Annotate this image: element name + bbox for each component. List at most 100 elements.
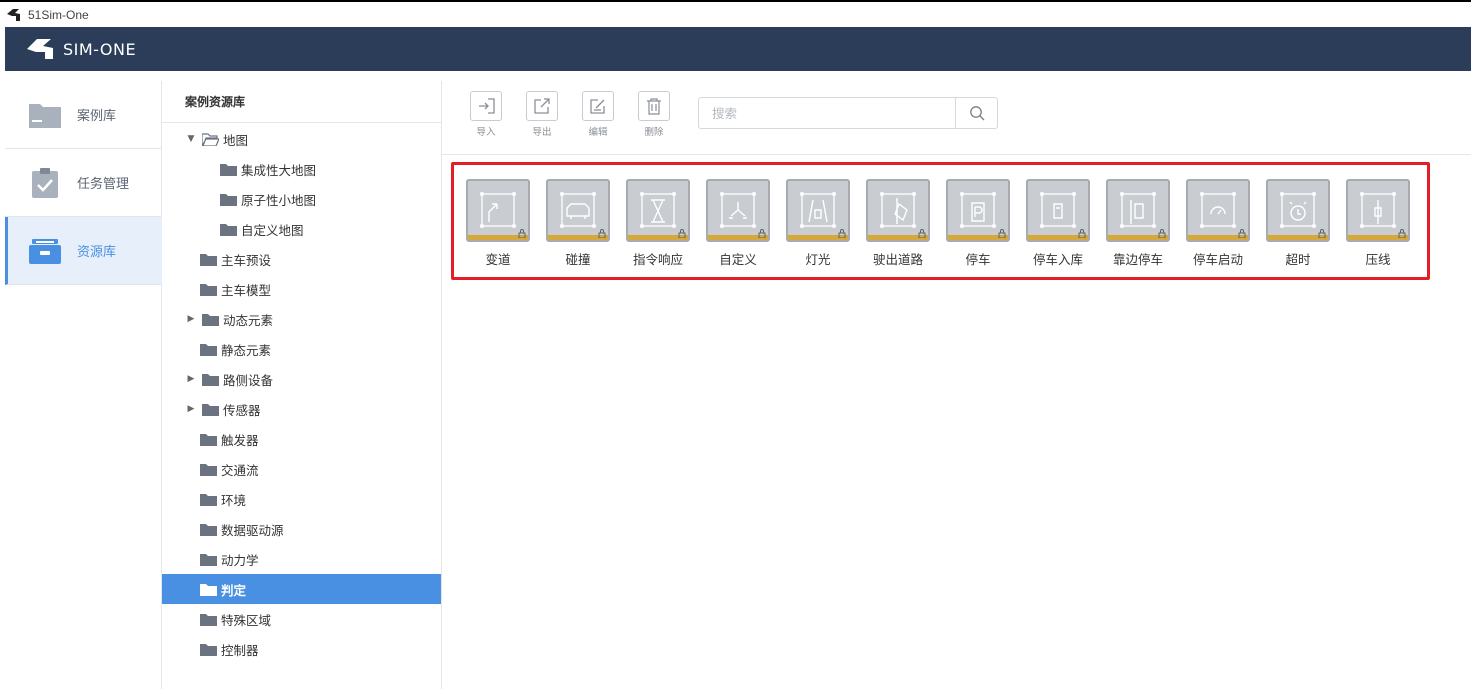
start-gauge-icon <box>1200 192 1236 228</box>
delete-button[interactable]: 删除 <box>636 91 672 138</box>
folder-icon <box>202 373 219 386</box>
judgement-card[interactable]: 碰撞 <box>546 179 610 268</box>
tree-item[interactable]: 控制器 <box>162 634 441 664</box>
export-button[interactable]: 导出 <box>524 91 560 138</box>
edit-button[interactable]: 编辑 <box>580 91 616 138</box>
card-thumbnail <box>1026 179 1090 242</box>
card-label: 灯光 <box>805 252 831 267</box>
tree-item-label: 环境 <box>221 492 247 508</box>
tree-item[interactable]: 动力学 <box>162 544 441 574</box>
folder-icon <box>200 553 217 566</box>
tree-item[interactable]: ▶ 路侧设备 <box>162 364 441 394</box>
judgement-card[interactable]: 指令响应 <box>626 179 690 268</box>
search-input[interactable] <box>699 98 955 128</box>
judgement-card[interactable]: 靠边停车 <box>1106 179 1170 268</box>
tree-item[interactable]: ▶ 动态元素 <box>162 304 441 334</box>
judgement-card[interactable]: 变道 <box>466 179 530 268</box>
search-button[interactable] <box>955 98 997 128</box>
tree-item-label: 动力学 <box>221 552 259 568</box>
card-thumbnail <box>1266 179 1330 242</box>
judgement-card[interactable]: 超时 <box>1266 179 1330 268</box>
judgement-card[interactable]: 自定义 <box>706 179 770 268</box>
nav-item-resource-library[interactable]: 资源库 <box>5 217 162 285</box>
tree-item[interactable]: 判定 <box>162 574 441 604</box>
folder-icon <box>200 643 217 656</box>
caret-down-icon[interactable]: ▼ <box>186 134 196 144</box>
delete-label: 删除 <box>644 127 664 138</box>
lock-icon <box>598 229 606 238</box>
nav-item-task-management[interactable]: 任务管理 <box>5 149 162 217</box>
lock-icon <box>1398 229 1406 238</box>
tree-item[interactable]: 主车预设 <box>162 244 441 274</box>
tree-item-label: 控制器 <box>221 642 259 658</box>
tree-item[interactable]: ▼ 地图 <box>162 124 441 154</box>
lock-icon <box>998 229 1006 238</box>
lock-icon <box>678 229 686 238</box>
tree-item-label: 静态元素 <box>221 342 272 358</box>
folder-open-icon <box>202 132 219 146</box>
card-label: 压线 <box>1365 252 1391 267</box>
hourglass-icon <box>640 192 676 228</box>
card-thumbnail <box>1346 179 1410 242</box>
nav-label: 案例库 <box>77 109 117 124</box>
caret-right-icon[interactable]: ▶ <box>186 404 196 414</box>
tree-item[interactable]: 主车模型 <box>162 274 441 304</box>
tree-item[interactable]: 原子性小地图 <box>162 184 441 214</box>
card-thumbnail <box>1186 179 1250 242</box>
card-label: 变道 <box>485 252 511 267</box>
card-thumbnail <box>626 179 690 242</box>
lock-icon <box>1318 229 1326 238</box>
folder-icon <box>202 313 219 326</box>
judgement-card[interactable]: 灯光 <box>786 179 850 268</box>
tree-item[interactable]: 触发器 <box>162 424 441 454</box>
tree-item[interactable]: 交通流 <box>162 454 441 484</box>
lock-icon <box>838 229 846 238</box>
card-thumbnail <box>786 179 850 242</box>
folder-icon <box>220 163 237 176</box>
tree-item[interactable]: 特殊区域 <box>162 604 441 634</box>
judgement-card[interactable]: 压线 <box>1346 179 1410 268</box>
tree-item[interactable]: 静态元素 <box>162 334 441 364</box>
left-navigation: 案例库 任务管理 资源库 <box>5 81 162 689</box>
tree-item-label: 动态元素 <box>223 312 274 328</box>
lane-change-icon <box>480 192 516 228</box>
tree-item-label: 特殊区域 <box>221 612 272 628</box>
tree-item[interactable]: 数据驱动源 <box>162 514 441 544</box>
tree-item[interactable]: 集成性大地图 <box>162 154 441 184</box>
lock-icon <box>758 229 766 238</box>
card-label: 停车 <box>965 252 991 267</box>
folder-icon <box>200 583 217 596</box>
folder-icon <box>220 193 237 206</box>
folder-icon <box>200 493 217 506</box>
import-icon <box>470 91 502 121</box>
judgement-card[interactable]: 停车入库 <box>1026 179 1090 268</box>
tree-item-label: 传感器 <box>223 402 261 418</box>
off-road-icon <box>880 192 916 228</box>
app-logo-icon <box>7 8 20 21</box>
judgement-card[interactable]: 停车启动 <box>1186 179 1250 268</box>
card-label: 指令响应 <box>632 252 683 267</box>
caret-right-icon[interactable]: ▶ <box>186 374 196 384</box>
tree-item[interactable]: 自定义地图 <box>162 214 441 244</box>
card-label: 驶出道路 <box>872 252 923 267</box>
lock-icon <box>518 229 526 238</box>
judgement-card[interactable]: 驶出道路 <box>866 179 930 268</box>
alarm-clock-icon <box>1280 192 1316 228</box>
tree-item[interactable]: 环境 <box>162 484 441 514</box>
car-lights-icon <box>800 192 836 228</box>
card-thumbnail <box>546 179 610 242</box>
caret-right-icon[interactable]: ▶ <box>186 314 196 324</box>
card-label: 靠边停车 <box>1112 252 1163 267</box>
edit-icon <box>582 91 614 121</box>
nav-label: 任务管理 <box>77 177 130 192</box>
lock-icon <box>1238 229 1246 238</box>
card-thumbnail <box>866 179 930 242</box>
judgement-card[interactable]: 停车 <box>946 179 1010 268</box>
card-label: 碰撞 <box>565 252 591 267</box>
nav-item-case-library[interactable]: 案例库 <box>5 81 162 149</box>
tree-item-label: 判定 <box>221 582 247 598</box>
import-button[interactable]: 导入 <box>468 91 504 138</box>
tree-item[interactable]: ▶ 传感器 <box>162 394 441 424</box>
tree-item-label: 数据驱动源 <box>221 522 284 538</box>
folder-icon <box>200 283 217 296</box>
